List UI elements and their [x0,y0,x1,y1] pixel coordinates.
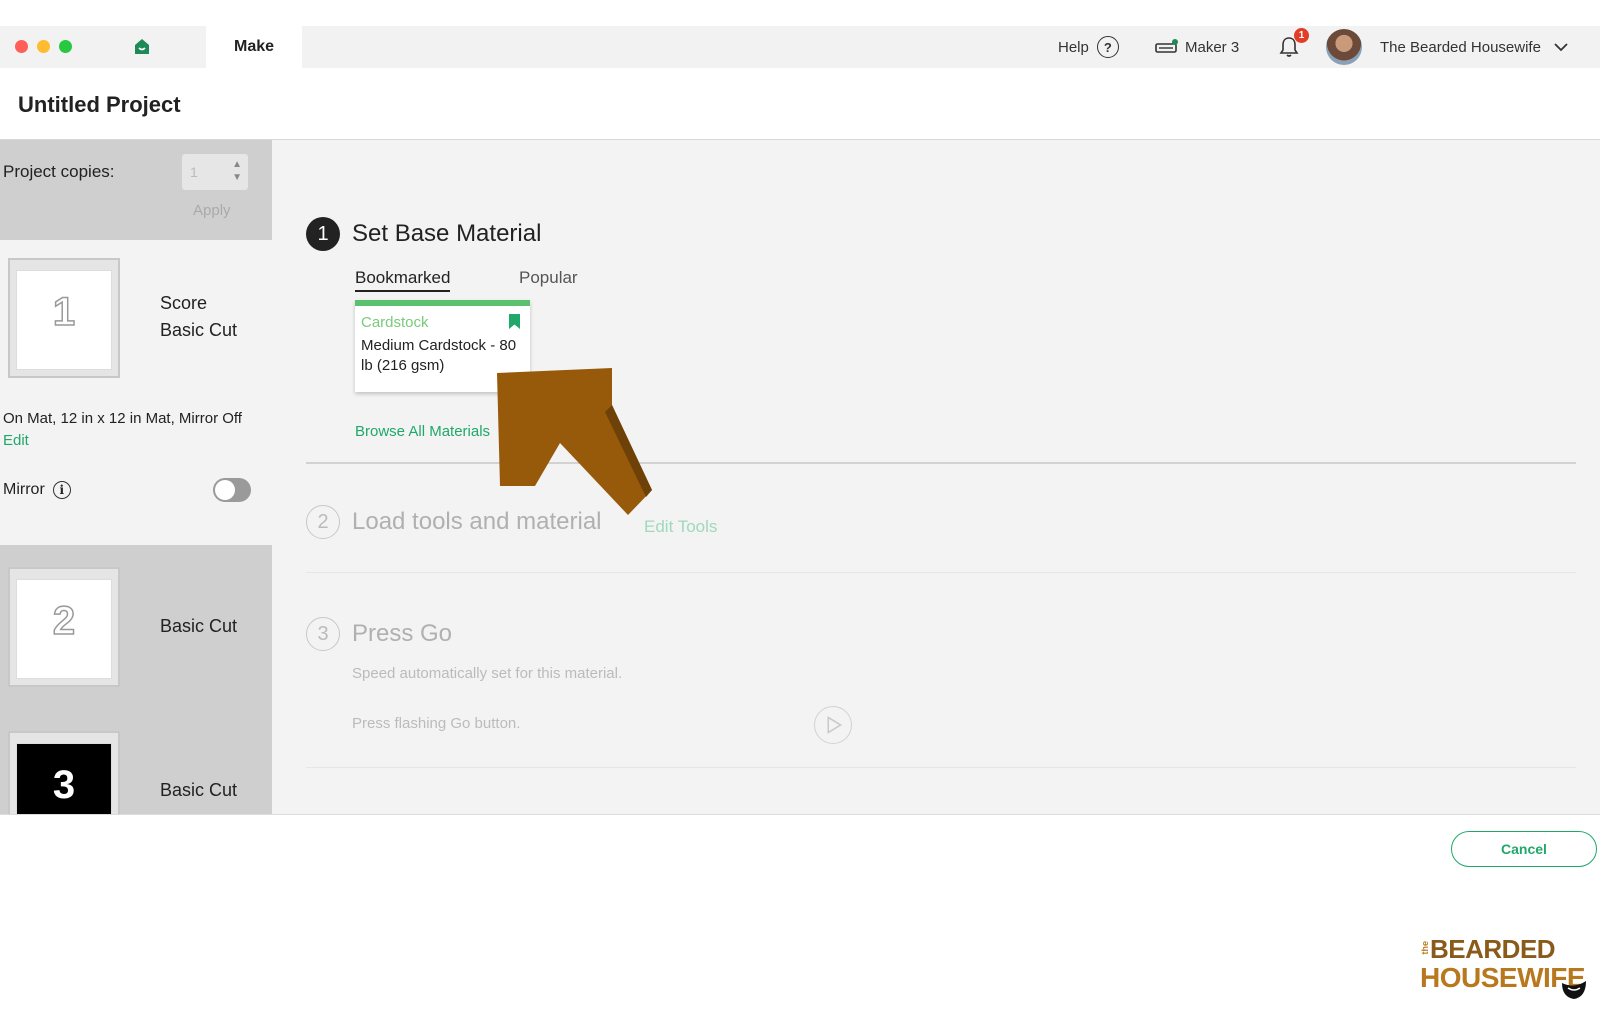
mat-operation: Score [160,293,208,313]
make-steps-panel: 1 Set Base Material Bookmarked Popular C… [272,140,1600,814]
logo-the: the [1420,941,1430,955]
avatar[interactable] [1326,29,1362,65]
copies-stepper[interactable]: ▲ ▼ [232,158,242,184]
help-icon: ? [1096,36,1119,58]
project-copies-section: Project copies: 1 ▲ ▼ Apply [0,140,272,240]
step-title-load-tools: Load tools and material [352,508,602,535]
app-top-bar: Make Help ? Maker 3 1 The Bearded Housew… [0,26,1600,68]
speed-info-text: Speed automatically set for this materia… [352,665,623,682]
window-minimize-button[interactable] [37,40,50,53]
machine-name: Maker 3 [1185,38,1240,56]
edit-tools-link[interactable]: Edit Tools [644,517,717,537]
bearded-housewife-logo: the BEARDED HOUSEWIFE [1420,935,1590,1003]
go-play-icon [814,706,852,744]
bookmark-icon[interactable] [509,314,520,329]
machine-selector[interactable]: Maker 3 [1155,26,1239,68]
cancel-button[interactable]: Cancel [1451,831,1597,867]
apply-button[interactable]: Apply [193,202,231,219]
project-copies-value: 1 [190,164,198,180]
project-header: Untitled Project [0,68,1600,140]
step-number-3: 3 [306,617,340,651]
mat-number: 2 [52,598,76,644]
material-category: Cardstock [361,314,429,331]
beard-icon [1562,981,1586,999]
user-name: The Bearded Housewife [1380,38,1541,56]
help-label: Help [1058,38,1089,56]
mirror-toggle[interactable] [213,478,251,502]
info-icon[interactable]: i [52,481,71,499]
window-maximize-button[interactable] [59,40,72,53]
tab-bookmarked[interactable]: Bookmarked [355,268,451,292]
project-copies-label: Project copies: [3,162,115,181]
mat-operation: Basic Cut [160,320,238,340]
divider [306,767,1576,768]
press-go-text: Press flashing Go button. [352,715,521,732]
mat-details: On Mat, 12 in x 12 in Mat, Mirror Off Ed… [3,408,242,452]
project-copies-input[interactable]: 1 ▲ ▼ [182,154,248,190]
mat-operations: Score Basic Cut [160,290,237,344]
tab-popular[interactable]: Popular [519,268,578,288]
tab-make[interactable]: Make [206,26,302,68]
mat-thumbnail[interactable]: 3 [8,731,120,814]
mat-operation: Basic Cut [160,616,238,636]
step-number-2: 2 [306,505,340,539]
mat-details-text: On Mat, 12 in x 12 in Mat, Mirror Off [3,410,242,427]
mat-operations: Basic Cut [160,613,237,640]
user-menu[interactable]: The Bearded Housewife [1380,26,1569,68]
divider [306,572,1576,573]
mirror-label: Mirror [3,481,45,498]
logo-line-bearded: BEARDED [1430,934,1556,964]
mat-operations: Basic Cut [160,777,237,804]
window-close-button[interactable] [15,40,28,53]
divider [306,462,1576,464]
mat-number: 3 [52,763,76,807]
chevron-down-icon [1554,43,1568,52]
mat-thumbnail[interactable]: 1 [8,258,120,378]
home-icon[interactable] [132,36,152,56]
step-title-press-go: Press Go [352,620,453,647]
mirror-row: Mirror i [3,476,251,504]
material-name: Medium Cardstock - 80 lb (216 gsm) [361,337,517,374]
browse-all-materials-link[interactable]: Browse All Materials [355,423,490,440]
step-title-set-base-material: Set Base Material [352,220,542,247]
inactive-mats-section: 2 Basic Cut 3 Basic Cut [0,545,272,814]
edit-mat-link[interactable]: Edit [3,430,242,452]
help-menu[interactable]: Help ? [1058,26,1119,68]
mat-operation: Basic Cut [160,780,238,800]
project-title: Untitled Project [18,92,181,117]
mat-number: 1 [52,289,76,335]
notification-badge: 1 [1294,28,1309,43]
toggle-knob [215,480,235,500]
footer-bar: Cancel the BEARDED HOUSEWIFE [0,814,1600,1017]
machine-icon [1155,39,1178,53]
step-number-1: 1 [306,217,340,251]
mat-list-panel: Project copies: 1 ▲ ▼ Apply 1 Score Basic… [0,140,272,814]
mat-thumbnail[interactable]: 2 [8,567,120,687]
material-card-medium-cardstock[interactable]: Cardstock Medium Cardstock - 80 lb (216 … [355,300,530,392]
